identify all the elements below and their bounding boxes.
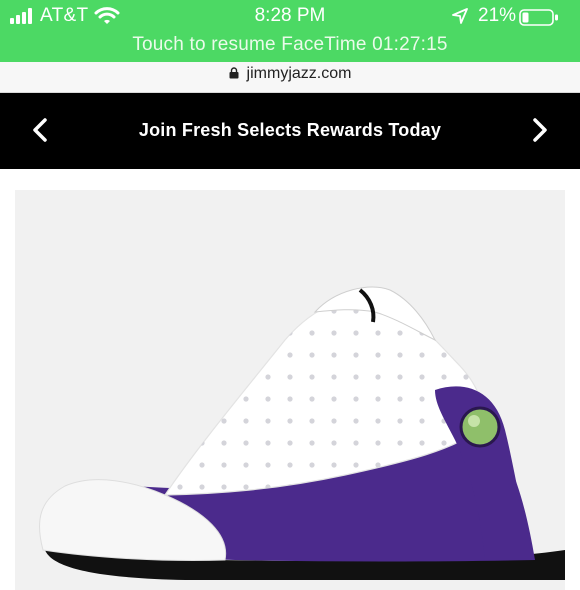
promo-text[interactable]: Join Fresh Selects Rewards Today [0,120,580,141]
battery-percent: 21% [478,5,517,26]
status-bar: AT&T 8:28 PM 21% Touch to resume FaceTim… [0,0,580,62]
chevron-right-icon[interactable] [531,117,549,143]
product-image[interactable] [15,190,565,580]
promo-banner[interactable]: Join Fresh Selects Rewards Today [0,93,580,169]
lock-icon [229,67,239,79]
battery-icon [519,9,558,26]
status-row: AT&T 8:28 PM 21% [0,0,580,32]
location-arrow-icon [452,8,468,24]
address-bar[interactable]: jimmyjazz.com [0,62,580,93]
url-text: jimmyjazz.com [246,65,352,82]
url-display[interactable]: jimmyjazz.com [0,65,580,83]
facetime-banner[interactable]: Touch to resume FaceTime 01:27:15 [0,34,580,56]
